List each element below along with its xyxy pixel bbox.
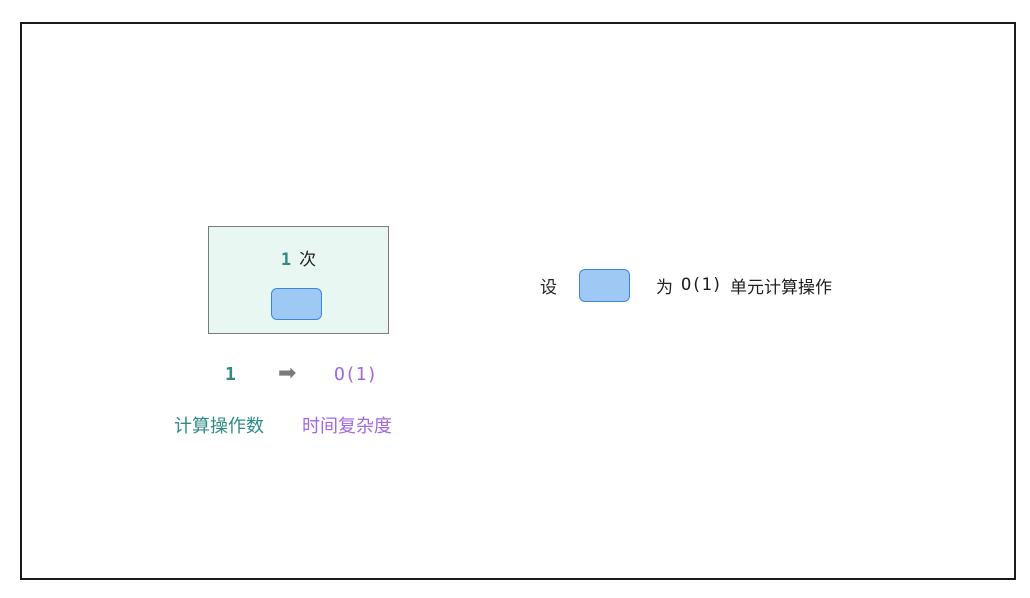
operation-count-line: 1次 [209, 245, 388, 270]
time-complexity-value: O(1) [334, 364, 378, 385]
legend: 设 为 O(1) 单元计算操作 [540, 268, 832, 302]
legend-prefix: 设 [540, 277, 557, 298]
operation-count-caption: 计算操作数 [174, 416, 264, 437]
right-arrow-icon: ➡ [278, 361, 297, 386]
operation-count-number: 1 [280, 250, 292, 270]
operation-count-box: 1次 [208, 226, 389, 334]
legend-complexity: O(1) [681, 275, 722, 295]
operation-count-suffix: 次 [299, 250, 317, 270]
diagram-canvas: 1次 1 ➡ O(1) 计算操作数 时间复杂度 设 为 O(1) 单元计算操作 [20, 22, 1016, 580]
operation-count-value: 1 [225, 364, 236, 385]
unit-operation-block [271, 288, 322, 320]
legend-suffix: 单元计算操作 [729, 277, 832, 298]
time-complexity-caption: 时间复杂度 [302, 416, 392, 437]
legend-middle: 为 [656, 277, 673, 298]
legend-unit-operation-block [579, 268, 630, 302]
